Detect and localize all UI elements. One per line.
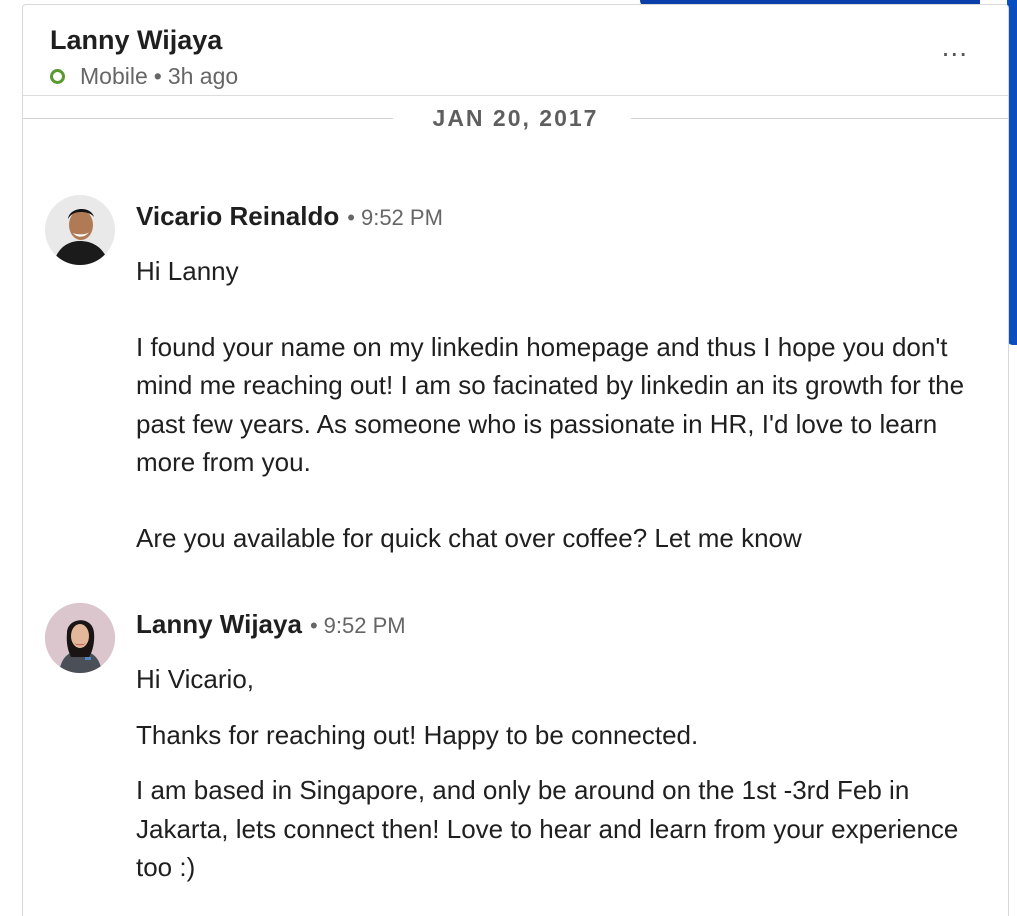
status-separator: • [153, 63, 162, 89]
conversation-panel: Lanny Wijaya Mobile • 3h ago ... JAN 20,… [22, 4, 1009, 916]
avatar-lanny-icon [45, 603, 115, 673]
divider-line-right [631, 118, 1008, 119]
conversation-header: Lanny Wijaya Mobile • 3h ago ... [23, 5, 1008, 96]
message-paragraph: Hi Vicario, [136, 664, 255, 694]
contact-name[interactable]: Lanny Wijaya [50, 25, 222, 56]
message-body: Hi Vicario, Thanks for reaching out! Hap… [136, 660, 986, 887]
presence-status: Mobile • 3h ago [50, 63, 238, 90]
avatar[interactable] [45, 195, 115, 265]
status-time: 3h ago [167, 63, 239, 89]
sender-name[interactable]: Vicario Reinaldo [136, 201, 339, 232]
time-separator: • [309, 613, 318, 638]
sender-name[interactable]: Lanny Wijaya [136, 609, 302, 640]
avatar[interactable] [45, 603, 115, 673]
avatar-vicario-icon [45, 195, 115, 265]
message-paragraph: I found your name on my linkedin homepag… [136, 331, 965, 478]
message-paragraph: I am based in Singapore, and only be aro… [136, 775, 959, 882]
message-time: • 9:52 PM [339, 205, 443, 231]
status-device: Mobile [80, 63, 148, 89]
more-options-button[interactable]: ... [942, 31, 968, 63]
message-header: Vicario Reinaldo • 9:52 PM [136, 201, 443, 232]
message-paragraph: Hi Lanny [136, 256, 239, 286]
message-time: • 9:52 PM [302, 613, 406, 639]
date-divider: JAN 20, 2017 [23, 103, 1008, 141]
message-header: Lanny Wijaya • 9:52 PM [136, 609, 406, 640]
time-value: 9:52 PM [323, 613, 406, 638]
time-value: 9:52 PM [360, 205, 443, 230]
message-body: Hi Lanny I found your name on my linkedi… [136, 252, 986, 557]
time-separator: • [347, 205, 355, 230]
message-paragraph: Are you available for quick chat over co… [136, 522, 802, 553]
message-paragraph: Thanks for reaching out! Happy to be con… [136, 719, 699, 750]
online-status-icon [50, 69, 65, 84]
